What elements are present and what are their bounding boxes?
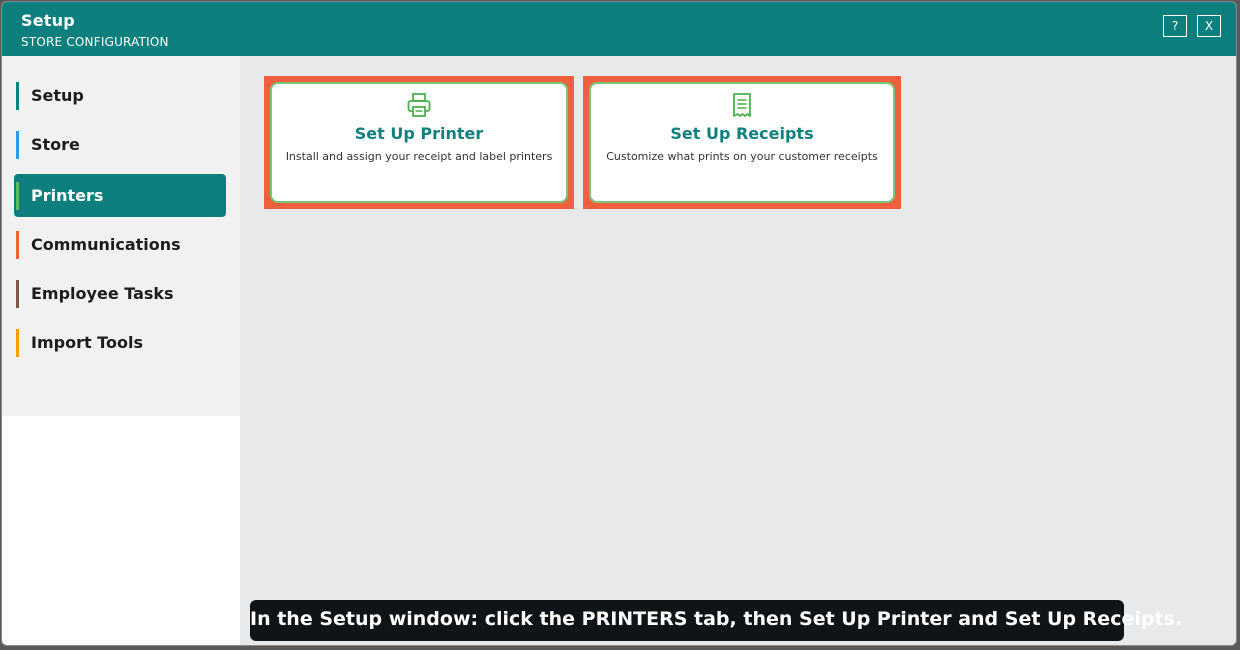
sidebar-item-communications[interactable]: Communications	[14, 223, 226, 266]
sidebar: Setup Store Printers Communications Empl…	[2, 56, 240, 645]
accent-bar	[16, 131, 19, 159]
content-area: Set Up Printer Install and assign your r…	[240, 56, 1236, 645]
sidebar-item-label: Setup	[31, 86, 84, 105]
accent-bar	[16, 329, 19, 357]
receipt-icon	[733, 93, 751, 117]
set-up-printer-card[interactable]: Set Up Printer Install and assign your r…	[270, 82, 568, 203]
sidebar-item-import-tools[interactable]: Import Tools	[14, 321, 226, 364]
close-button[interactable]: X	[1197, 15, 1221, 37]
window-title: Setup	[21, 11, 75, 30]
sidebar-item-label: Store	[31, 135, 80, 154]
sidebar-item-label: Employee Tasks	[31, 284, 174, 303]
highlight-frame: Set Up Printer Install and assign your r…	[264, 76, 574, 209]
highlight-frame: Set Up Receipts Customize what prints on…	[583, 76, 901, 209]
printer-icon	[407, 93, 431, 117]
card-title: Set Up Receipts	[670, 124, 814, 143]
sidebar-item-store[interactable]: Store	[14, 123, 226, 166]
sidebar-item-label: Printers	[31, 186, 104, 205]
sidebar-item-printers[interactable]: Printers	[14, 174, 226, 217]
setup-window: Setup STORE CONFIGURATION ? X Setup Stor…	[1, 1, 1237, 646]
sidebar-item-label: Import Tools	[31, 333, 143, 352]
window-subtitle: STORE CONFIGURATION	[21, 35, 169, 49]
sidebar-item-setup[interactable]: Setup	[14, 74, 226, 117]
accent-bar	[16, 231, 19, 259]
accent-bar	[16, 82, 19, 110]
accent-bar	[16, 280, 19, 308]
card-description: Install and assign your receipt and labe…	[285, 150, 553, 163]
set-up-receipts-card[interactable]: Set Up Receipts Customize what prints on…	[589, 82, 895, 203]
help-button[interactable]: ?	[1163, 15, 1187, 37]
card-description: Customize what prints on your customer r…	[606, 150, 878, 163]
sidebar-item-label: Communications	[31, 235, 181, 254]
card-title: Set Up Printer	[354, 124, 484, 143]
sidebar-nav: Setup Store Printers Communications Empl…	[2, 56, 240, 416]
sidebar-item-employee-tasks[interactable]: Employee Tasks	[14, 272, 226, 315]
title-bar: Setup STORE CONFIGURATION ? X	[2, 2, 1236, 56]
accent-bar	[16, 182, 19, 210]
instruction-caption: In the Setup window: click the PRINTERS …	[250, 600, 1182, 641]
